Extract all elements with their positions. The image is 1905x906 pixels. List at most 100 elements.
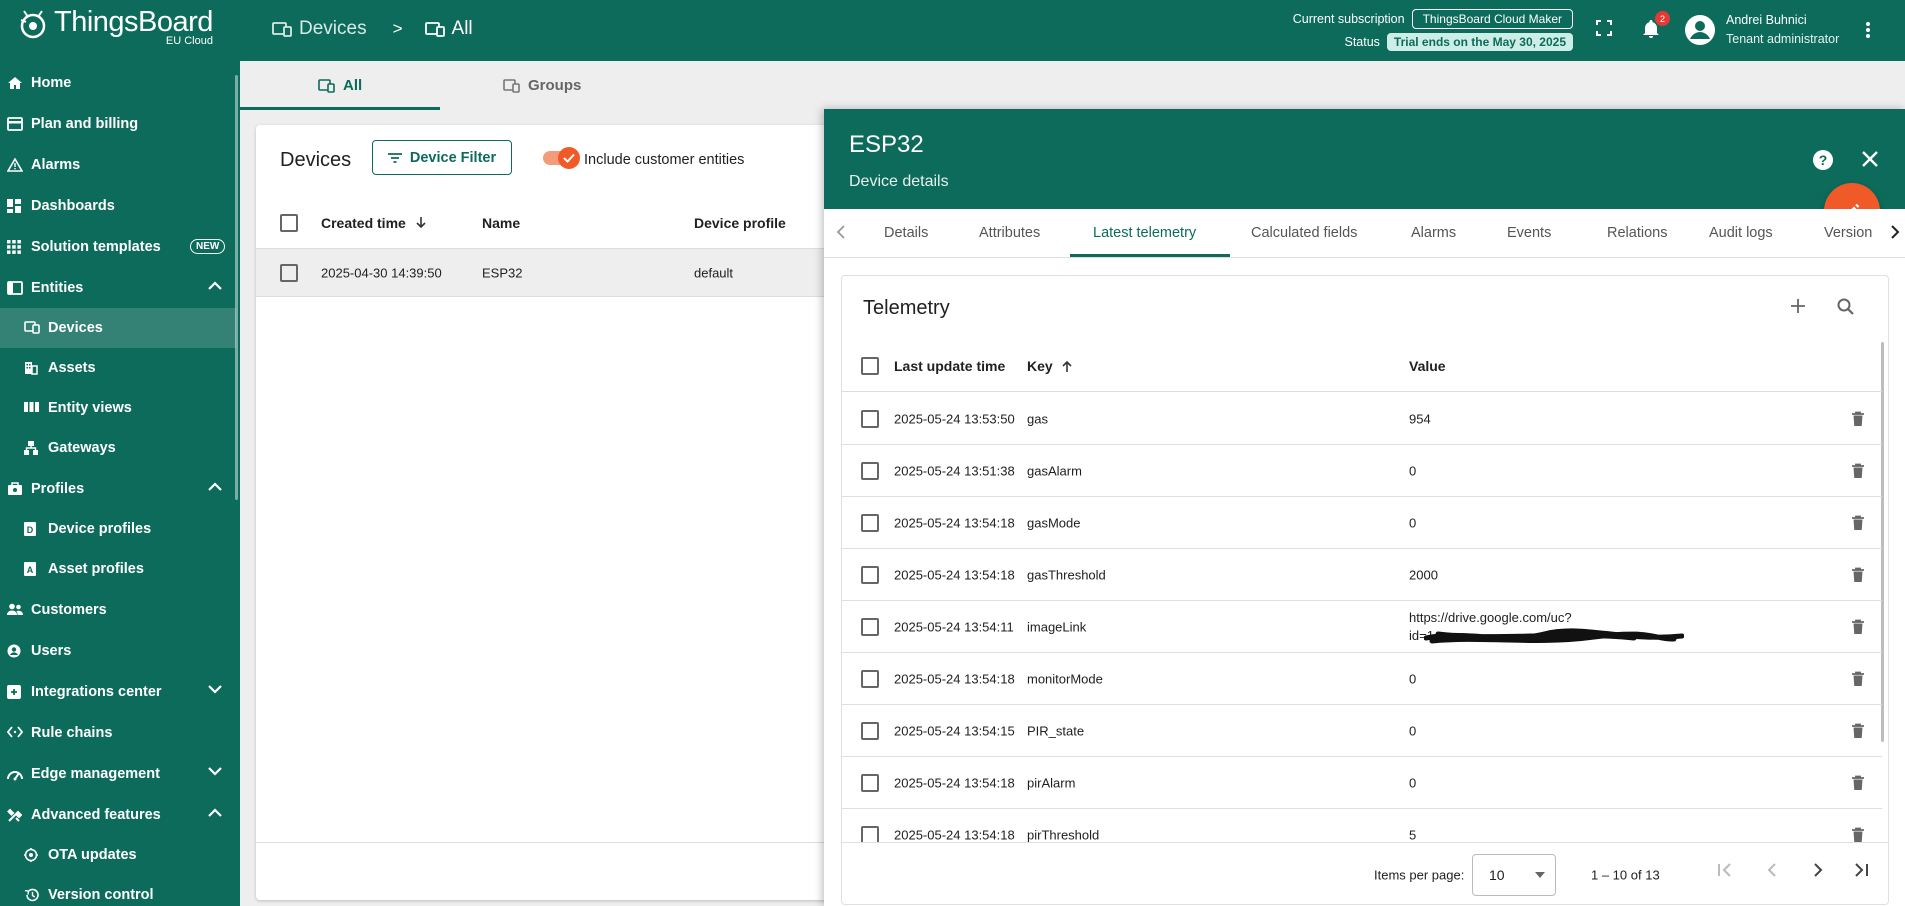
last-page-icon[interactable] [1854, 863, 1868, 877]
delete-icon[interactable] [1851, 723, 1865, 739]
sidebar-item-label: Entity views [48, 400, 132, 416]
sidebar-item-plan-billing[interactable]: Plan and billing [0, 104, 236, 144]
sidebar-item-advanced-features[interactable]: Advanced features [0, 795, 236, 835]
column-last-update-time[interactable]: Last update time [894, 358, 1005, 374]
column-value[interactable]: Value [1409, 358, 1446, 374]
sidebar-item-dashboards[interactable]: Dashboards [0, 186, 236, 226]
tab-details[interactable]: Details [884, 209, 928, 257]
row-checkbox[interactable] [861, 409, 879, 428]
sidebar-item-users[interactable]: Users [0, 631, 236, 671]
sidebar-item-label: Asset profiles [48, 561, 144, 577]
delete-icon[interactable] [1851, 463, 1865, 479]
row-checkbox[interactable] [861, 617, 879, 636]
tab-version[interactable]: Version [1824, 209, 1872, 257]
user-role: Tenant administrator [1726, 32, 1840, 46]
row-checkbox[interactable] [861, 825, 879, 844]
tab-alarms[interactable]: Alarms [1411, 209, 1456, 257]
tab-groups[interactable]: Groups [503, 61, 581, 110]
sidebar-item-version-control[interactable]: Version control [0, 875, 236, 906]
row-checkbox[interactable] [861, 669, 879, 688]
help-icon[interactable]: ? [1812, 149, 1834, 171]
tab-latest-telemetry[interactable]: Latest telemetry [1093, 209, 1196, 257]
row-checkbox[interactable] [861, 773, 879, 792]
table-row[interactable]: 2025-05-24 13:54:18 pirAlarm 0 [842, 757, 1882, 809]
table-row[interactable]: 2025-05-24 13:51:38 gasAlarm 0 [842, 445, 1882, 497]
sidebar-item-label: Users [31, 643, 72, 659]
tab-audit-logs[interactable]: Audit logs [1709, 209, 1773, 257]
row-checkbox[interactable] [861, 565, 879, 584]
chevron-left-icon[interactable] [836, 225, 845, 239]
active-tab-indicator [240, 107, 440, 110]
select-all-checkbox[interactable] [861, 356, 879, 375]
tab-all[interactable]: All [318, 61, 362, 110]
delete-icon[interactable] [1851, 567, 1865, 583]
select-all-checkbox[interactable] [280, 213, 298, 232]
sidebar-item-assets[interactable]: Assets [0, 348, 236, 388]
delete-icon[interactable] [1851, 411, 1865, 427]
search-icon[interactable] [1837, 298, 1854, 315]
row-last-update-time: 2025-05-24 13:54:18 [894, 567, 1015, 582]
chevron-right-icon[interactable] [1887, 225, 1900, 239]
tab-events[interactable]: Events [1507, 209, 1551, 257]
sidebar-item-asset-profiles[interactable]: A Asset profiles [0, 549, 236, 589]
delete-icon[interactable] [1851, 515, 1865, 531]
add-icon[interactable] [1790, 298, 1806, 314]
table-row[interactable]: 2025-05-24 13:53:50 gas 954 [842, 393, 1882, 445]
table-row[interactable]: 2025-05-24 13:54:15 PIR_state 0 [842, 705, 1882, 757]
delete-icon[interactable] [1851, 671, 1865, 687]
column-key[interactable]: Key [1027, 358, 1072, 374]
sidebar-item-profiles[interactable]: Profiles [0, 469, 236, 509]
paginator: Items per page: 10 1 – 10 of 13 [842, 842, 1888, 904]
tab-relations[interactable]: Relations [1607, 209, 1667, 257]
row-value: 0 [1409, 723, 1417, 738]
tab-attributes[interactable]: Attributes [979, 209, 1040, 257]
next-page-icon[interactable] [1813, 863, 1823, 877]
delete-icon[interactable] [1851, 619, 1865, 635]
row-checkbox[interactable] [861, 513, 879, 532]
subscription-chip[interactable]: ThingsBoard Cloud Maker [1411, 9, 1573, 29]
more-vert-icon[interactable] [1865, 21, 1871, 39]
user-menu[interactable]: Andrei Buhnici Tenant administrator [1684, 11, 1839, 49]
dashboard-icon [7, 199, 21, 213]
sidebar-item-entities[interactable]: Entities [0, 268, 236, 308]
device-filter-button[interactable]: Device Filter [372, 140, 512, 175]
sidebar-item-label: Edge management [31, 766, 160, 782]
sidebar-item-alarms[interactable]: Alarms [0, 145, 236, 185]
sidebar-item-device-profiles[interactable]: D Device profiles [0, 509, 236, 549]
sidebar-item-solution-templates[interactable]: Solution templates NEW [0, 227, 236, 267]
previous-page-icon[interactable] [1767, 863, 1777, 877]
row-key: PIR_state [1027, 723, 1085, 738]
sidebar-item-ota-updates[interactable]: OTA updates [0, 835, 236, 875]
sidebar-item-devices[interactable]: Devices [0, 308, 236, 348]
table-row[interactable]: 2025-05-24 13:54:18 gasMode 0 [842, 497, 1882, 549]
delete-icon[interactable] [1851, 775, 1865, 791]
sidebar-item-edge-management[interactable]: Edge management [0, 754, 236, 794]
row-checkbox[interactable] [280, 263, 298, 282]
first-page-icon[interactable] [1718, 863, 1732, 877]
notifications-button[interactable]: 2 [1642, 11, 1670, 39]
fullscreen-icon[interactable] [1594, 18, 1614, 38]
sidebar-item-home[interactable]: Home [0, 63, 236, 103]
row-checkbox[interactable] [861, 461, 879, 480]
row-checkbox[interactable] [861, 721, 879, 740]
table-row[interactable]: 2025-05-24 13:54:18 gasThreshold 2000 [842, 549, 1882, 601]
sidebar-item-gateways[interactable]: Gateways [0, 428, 236, 468]
column-created-time[interactable]: Created time [321, 215, 426, 231]
sidebar-item-label: Gateways [48, 440, 116, 456]
column-device-profile[interactable]: Device profile [694, 215, 786, 231]
logo[interactable]: ThingsBoard EU Cloud [18, 8, 213, 47]
column-name[interactable]: Name [482, 215, 520, 231]
tab-calculated-fields[interactable]: Calculated fields [1251, 209, 1357, 257]
breadcrumb-devices[interactable]: Devices [272, 18, 367, 40]
table-row[interactable]: 2025-05-24 13:54:18 monitorMode 0 [842, 653, 1882, 705]
sidebar-item-integrations-center[interactable]: Integrations center [0, 672, 236, 712]
table-row[interactable]: 2025-05-24 13:54:11 imageLink https://driv… [842, 601, 1882, 653]
items-per-page-select[interactable]: 10 [1472, 854, 1556, 896]
sidebar-item-entity-views[interactable]: Entity views [0, 388, 236, 428]
close-icon[interactable] [1862, 151, 1878, 167]
include-customer-toggle[interactable] [558, 147, 580, 169]
delete-icon[interactable] [1851, 827, 1865, 843]
sidebar-item-rule-chains[interactable]: Rule chains [0, 713, 236, 753]
sidebar-item-customers[interactable]: Customers [0, 590, 236, 630]
row-key: gas [1027, 411, 1048, 426]
